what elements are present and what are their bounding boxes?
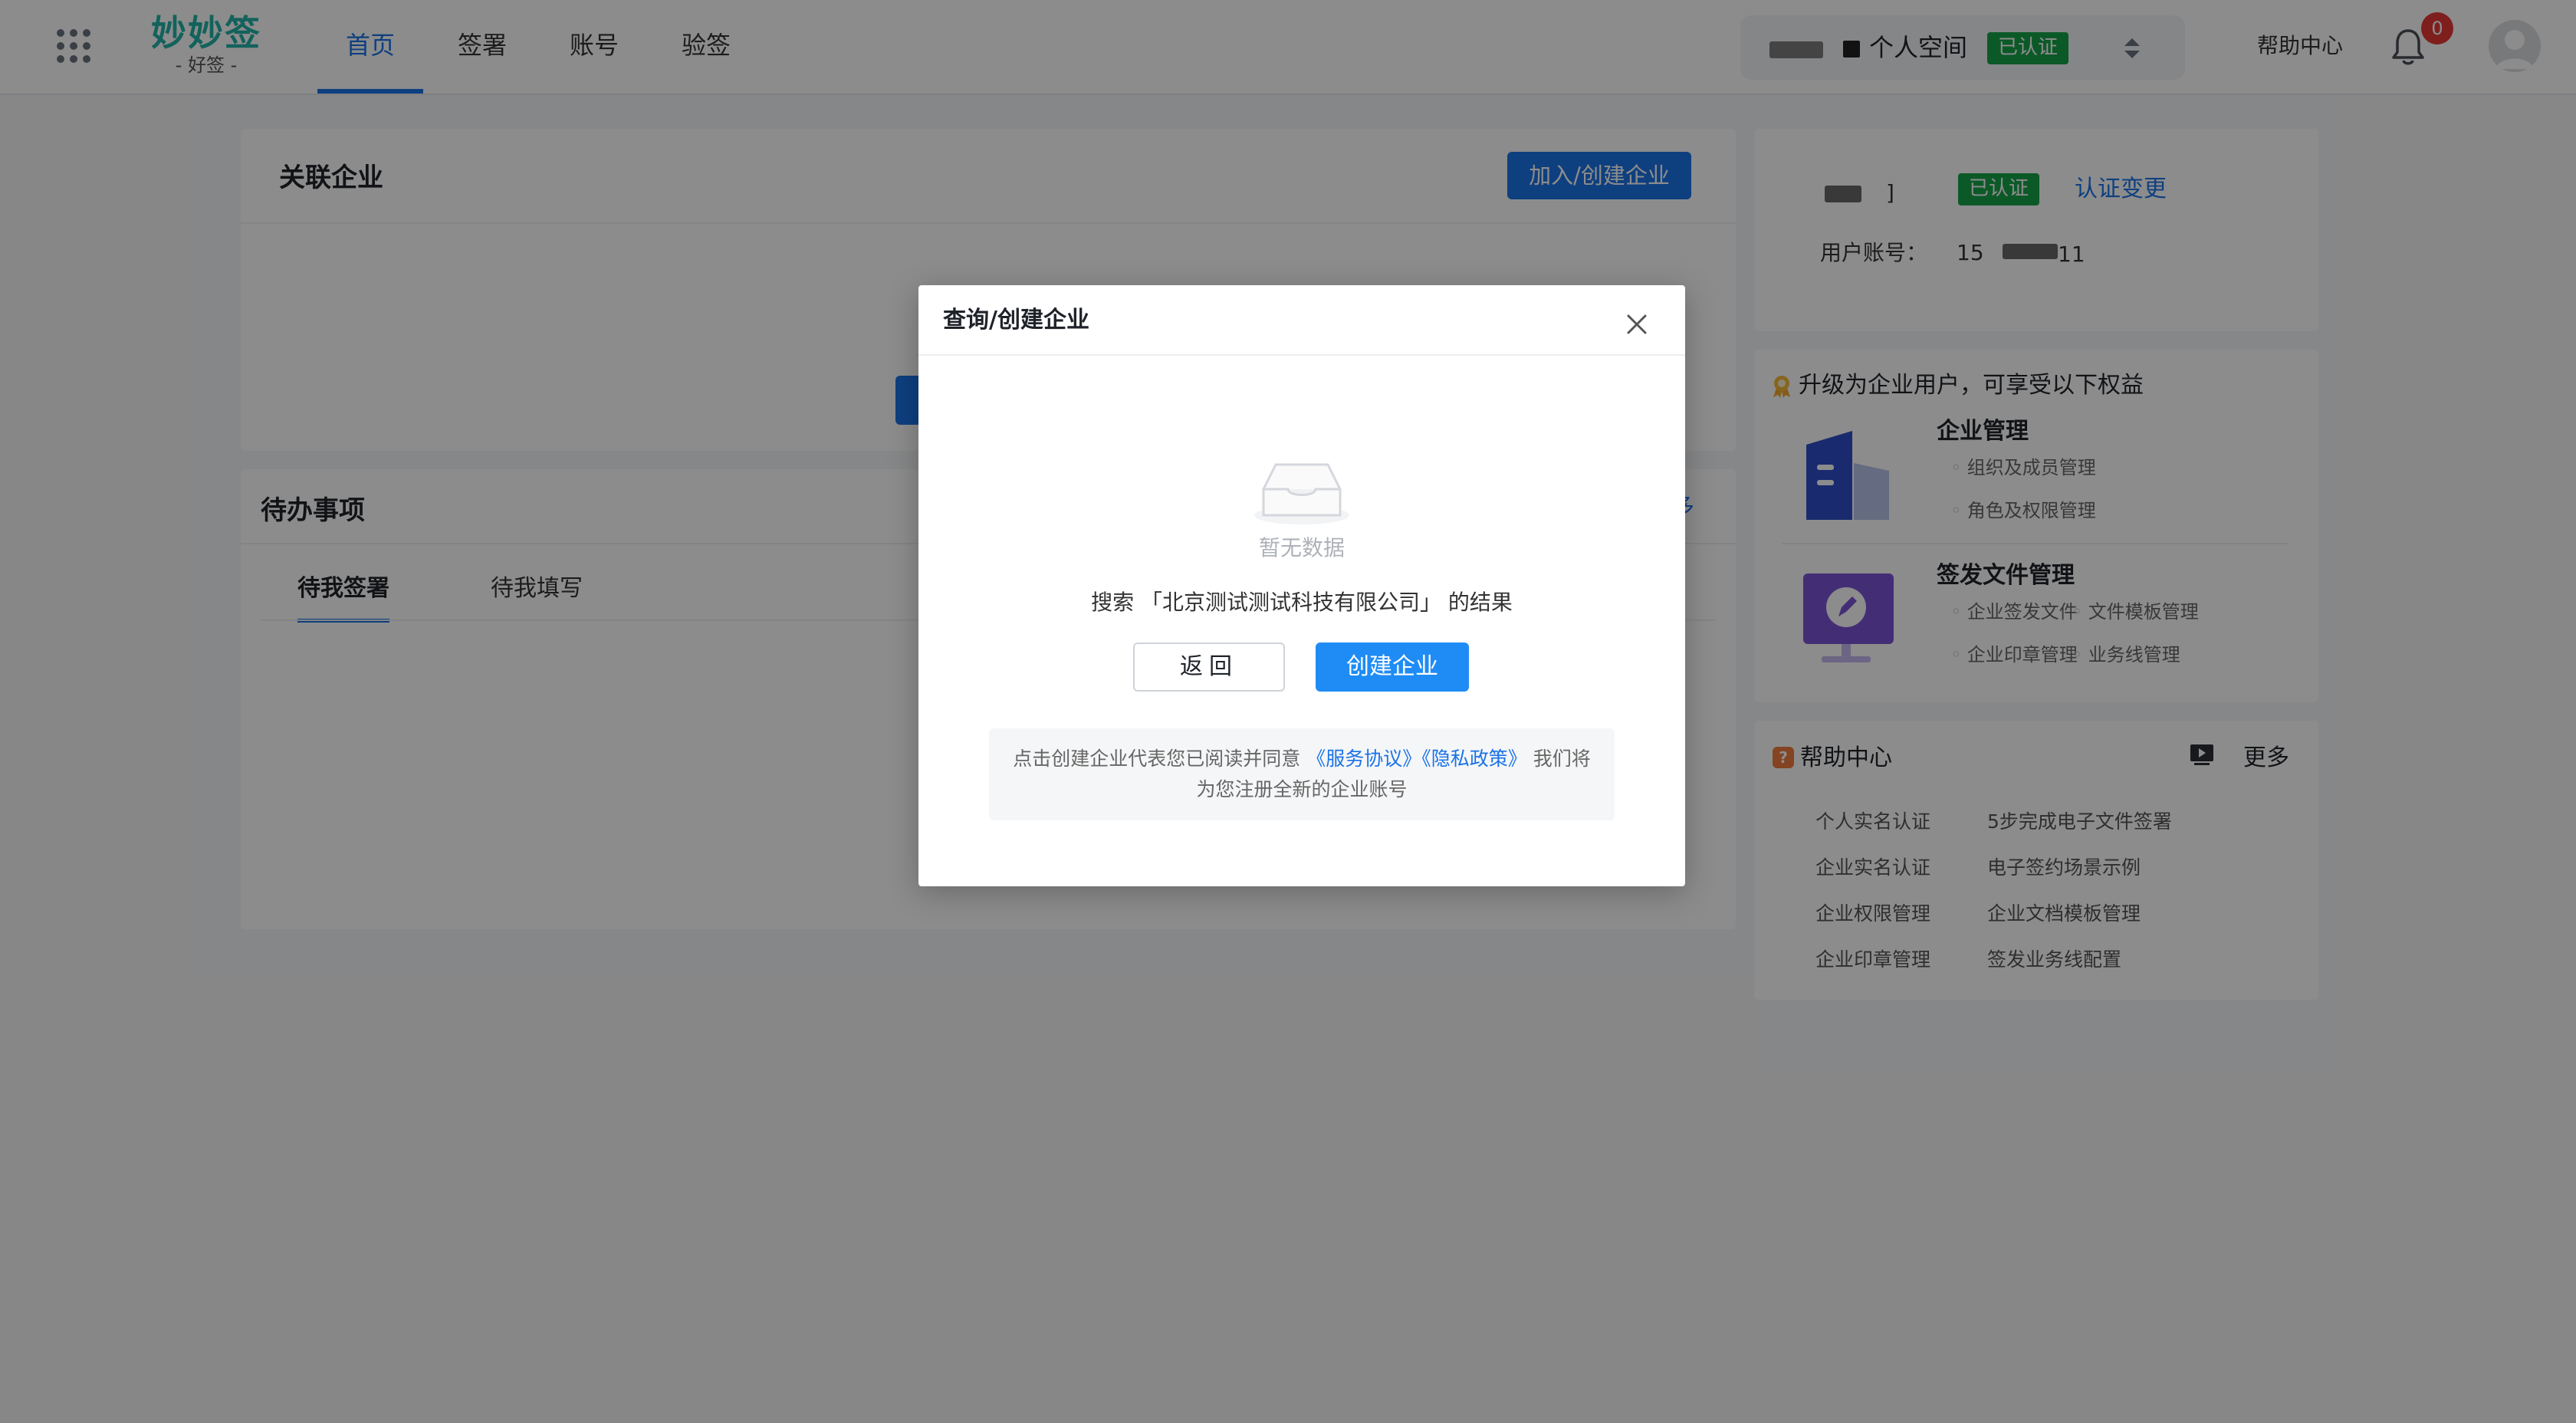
empty-inbox-icon bbox=[1254, 463, 1349, 524]
notice-prefix: 点击创建企业代表您已阅读并同意 bbox=[1013, 748, 1301, 770]
back-button[interactable]: 返回 bbox=[1133, 642, 1285, 692]
empty-state-text: 暂无数据 bbox=[1258, 535, 1345, 560]
query-create-enterprise-dialog: 查询/创建企业 暂无数据 搜索 「北京测试测试科技有限公司」 的结果 返回 创建… bbox=[918, 285, 1685, 886]
close-icon[interactable] bbox=[1622, 310, 1651, 339]
service-agreement-link[interactable]: 《服务协议》 bbox=[1306, 748, 1421, 770]
agreement-notice: 点击创建企业代表您已阅读并同意 《服务协议》《隐私政策》 我们将为您注册全新的企… bbox=[989, 728, 1615, 820]
dialog-header: 查询/创建企业 bbox=[918, 285, 1685, 356]
dialog-title: 查询/创建企业 bbox=[943, 307, 1089, 334]
create-enterprise-button[interactable]: 创建企业 bbox=[1316, 642, 1469, 692]
search-result-text: 搜索 「北京测试测试科技有限公司」 的结果 bbox=[1091, 590, 1513, 615]
privacy-policy-link[interactable]: 《隐私政策》 bbox=[1421, 748, 1527, 770]
